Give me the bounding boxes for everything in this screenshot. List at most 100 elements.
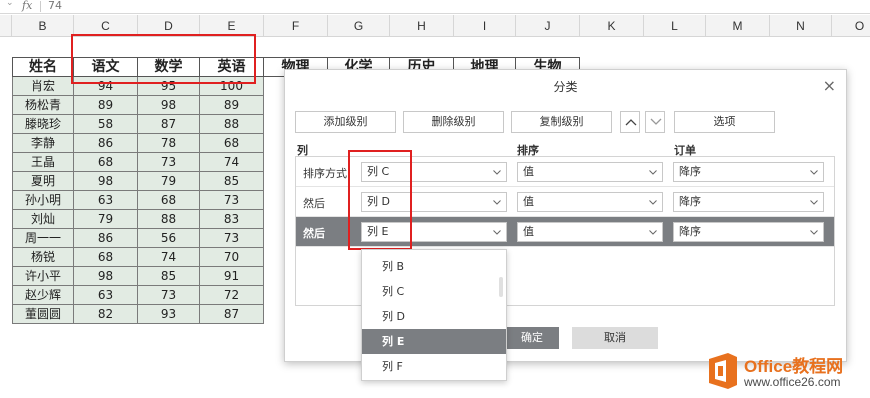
delete-level-button[interactable]: 删除级别 bbox=[403, 111, 504, 133]
score-cell[interactable]: 87 bbox=[200, 305, 264, 325]
score-cell[interactable]: 91 bbox=[200, 267, 264, 287]
name-cell[interactable]: 杨松青 bbox=[12, 96, 74, 116]
score-cell[interactable]: 74 bbox=[200, 153, 264, 173]
name-cell[interactable]: 滕晓珍 bbox=[12, 115, 74, 135]
column-dropdown-list[interactable]: 列 B列 C列 D列 E列 F bbox=[361, 249, 507, 381]
score-cell[interactable]: 63 bbox=[74, 191, 138, 211]
sort-on-select[interactable]: 值 bbox=[517, 192, 663, 212]
score-cell[interactable]: 88 bbox=[138, 210, 200, 230]
office-logo-icon bbox=[709, 353, 737, 389]
score-cell[interactable]: 56 bbox=[138, 229, 200, 249]
sort-on-select[interactable]: 值 bbox=[517, 162, 663, 182]
score-cell[interactable]: 85 bbox=[138, 267, 200, 287]
name-cell[interactable]: 赵少辉 bbox=[12, 286, 74, 306]
chevron-down-icon bbox=[493, 200, 501, 205]
score-cell[interactable]: 93 bbox=[138, 305, 200, 325]
name-cell[interactable]: 孙小明 bbox=[12, 191, 74, 211]
order-select[interactable]: 降序 bbox=[673, 222, 824, 242]
column-header-g[interactable]: G bbox=[328, 15, 390, 37]
score-cell[interactable]: 83 bbox=[200, 210, 264, 230]
score-cell[interactable]: 58 bbox=[74, 115, 138, 135]
name-cell[interactable]: 夏明 bbox=[12, 172, 74, 192]
score-cell[interactable]: 89 bbox=[74, 96, 138, 116]
formula-value[interactable]: 74 bbox=[48, 0, 62, 12]
score-cell[interactable]: 85 bbox=[200, 172, 264, 192]
sort-on-select-value: 值 bbox=[523, 225, 534, 238]
column-header-n[interactable]: N bbox=[770, 15, 832, 37]
order-select[interactable]: 降序 bbox=[673, 162, 824, 182]
column-header-j[interactable]: J bbox=[516, 15, 580, 37]
column-header-h[interactable]: H bbox=[390, 15, 454, 37]
copy-level-button[interactable]: 复制级别 bbox=[511, 111, 612, 133]
column-header-k[interactable]: K bbox=[580, 15, 644, 37]
sort-on-select[interactable]: 值 bbox=[517, 222, 663, 242]
chevron-down-icon bbox=[493, 230, 501, 235]
watermark: Office教程网 www.office26.com bbox=[706, 351, 870, 395]
score-cell[interactable]: 70 bbox=[200, 248, 264, 268]
move-down-button[interactable] bbox=[645, 111, 665, 133]
ok-button[interactable]: 确定 bbox=[505, 327, 559, 349]
score-cell[interactable]: 68 bbox=[200, 134, 264, 154]
dropdown-option[interactable]: 列 B bbox=[362, 254, 506, 279]
order-select[interactable]: 降序 bbox=[673, 192, 824, 212]
column-header-b[interactable]: B bbox=[12, 15, 74, 37]
dropdown-option[interactable]: 列 C bbox=[362, 279, 506, 304]
score-cell[interactable]: 73 bbox=[138, 153, 200, 173]
column-header-m[interactable]: M bbox=[706, 15, 770, 37]
chevron-down-icon bbox=[810, 230, 818, 235]
score-cell[interactable]: 82 bbox=[74, 305, 138, 325]
dropdown-option[interactable]: 列 D bbox=[362, 304, 506, 329]
score-cell[interactable]: 89 bbox=[200, 96, 264, 116]
name-cell[interactable]: 杨锐 bbox=[12, 248, 74, 268]
level-label: 然后 bbox=[303, 227, 325, 240]
score-cell[interactable]: 68 bbox=[74, 248, 138, 268]
score-cell[interactable]: 78 bbox=[138, 134, 200, 154]
dropdown-option[interactable]: 列 E bbox=[362, 329, 506, 354]
score-cell[interactable]: 87 bbox=[138, 115, 200, 135]
score-cell[interactable]: 88 bbox=[200, 115, 264, 135]
score-cell[interactable]: 79 bbox=[138, 172, 200, 192]
column-header-i[interactable]: I bbox=[454, 15, 516, 37]
score-cell[interactable]: 73 bbox=[200, 229, 264, 249]
score-cell[interactable]: 79 bbox=[74, 210, 138, 230]
score-cell[interactable]: 86 bbox=[74, 134, 138, 154]
column-header-o[interactable]: O bbox=[832, 15, 870, 37]
cancel-button[interactable]: 取消 bbox=[572, 327, 658, 349]
column-header-l[interactable]: L bbox=[644, 15, 706, 37]
score-cell[interactable]: 72 bbox=[200, 286, 264, 306]
score-cell[interactable]: 68 bbox=[74, 153, 138, 173]
name-cell[interactable]: 李静 bbox=[12, 134, 74, 154]
score-cell[interactable]: 68 bbox=[138, 191, 200, 211]
score-cell[interactable]: 98 bbox=[138, 96, 200, 116]
chevron-down-icon[interactable]: ⌄ bbox=[6, 0, 14, 8]
chevron-down-icon bbox=[649, 230, 657, 235]
dialog-title: 分类 bbox=[553, 80, 578, 94]
order-select-value: 降序 bbox=[679, 165, 701, 178]
select-all-corner[interactable] bbox=[0, 15, 12, 37]
score-cell[interactable]: 86 bbox=[74, 229, 138, 249]
level-label: 排序方式 bbox=[303, 167, 347, 180]
formula-bar[interactable]: ⌄ fx 74 bbox=[0, 0, 870, 14]
name-cell[interactable]: 王晶 bbox=[12, 153, 74, 173]
name-cell[interactable]: 肖宏 bbox=[12, 77, 74, 97]
score-cell[interactable]: 73 bbox=[138, 286, 200, 306]
score-cell[interactable]: 73 bbox=[200, 191, 264, 211]
score-cell[interactable]: 98 bbox=[74, 267, 138, 287]
name-cell[interactable]: 许小平 bbox=[12, 267, 74, 287]
score-cell[interactable]: 63 bbox=[74, 286, 138, 306]
function-icon[interactable]: fx bbox=[22, 0, 32, 12]
column-header-f[interactable]: F bbox=[264, 15, 328, 37]
score-cell[interactable]: 98 bbox=[74, 172, 138, 192]
name-cell[interactable]: 周一一 bbox=[12, 229, 74, 249]
chevron-down-icon bbox=[649, 200, 657, 205]
add-level-button[interactable]: 添加级别 bbox=[295, 111, 396, 133]
close-icon[interactable]: × bbox=[823, 77, 836, 95]
dropdown-option[interactable]: 列 F bbox=[362, 354, 506, 379]
options-button[interactable]: 选项 bbox=[674, 111, 775, 133]
header-cell[interactable]: 姓名 bbox=[12, 57, 74, 78]
move-up-button[interactable] bbox=[620, 111, 640, 133]
chevron-down-icon bbox=[810, 170, 818, 175]
name-cell[interactable]: 董圆圆 bbox=[12, 305, 74, 325]
score-cell[interactable]: 74 bbox=[138, 248, 200, 268]
name-cell[interactable]: 刘灿 bbox=[12, 210, 74, 230]
